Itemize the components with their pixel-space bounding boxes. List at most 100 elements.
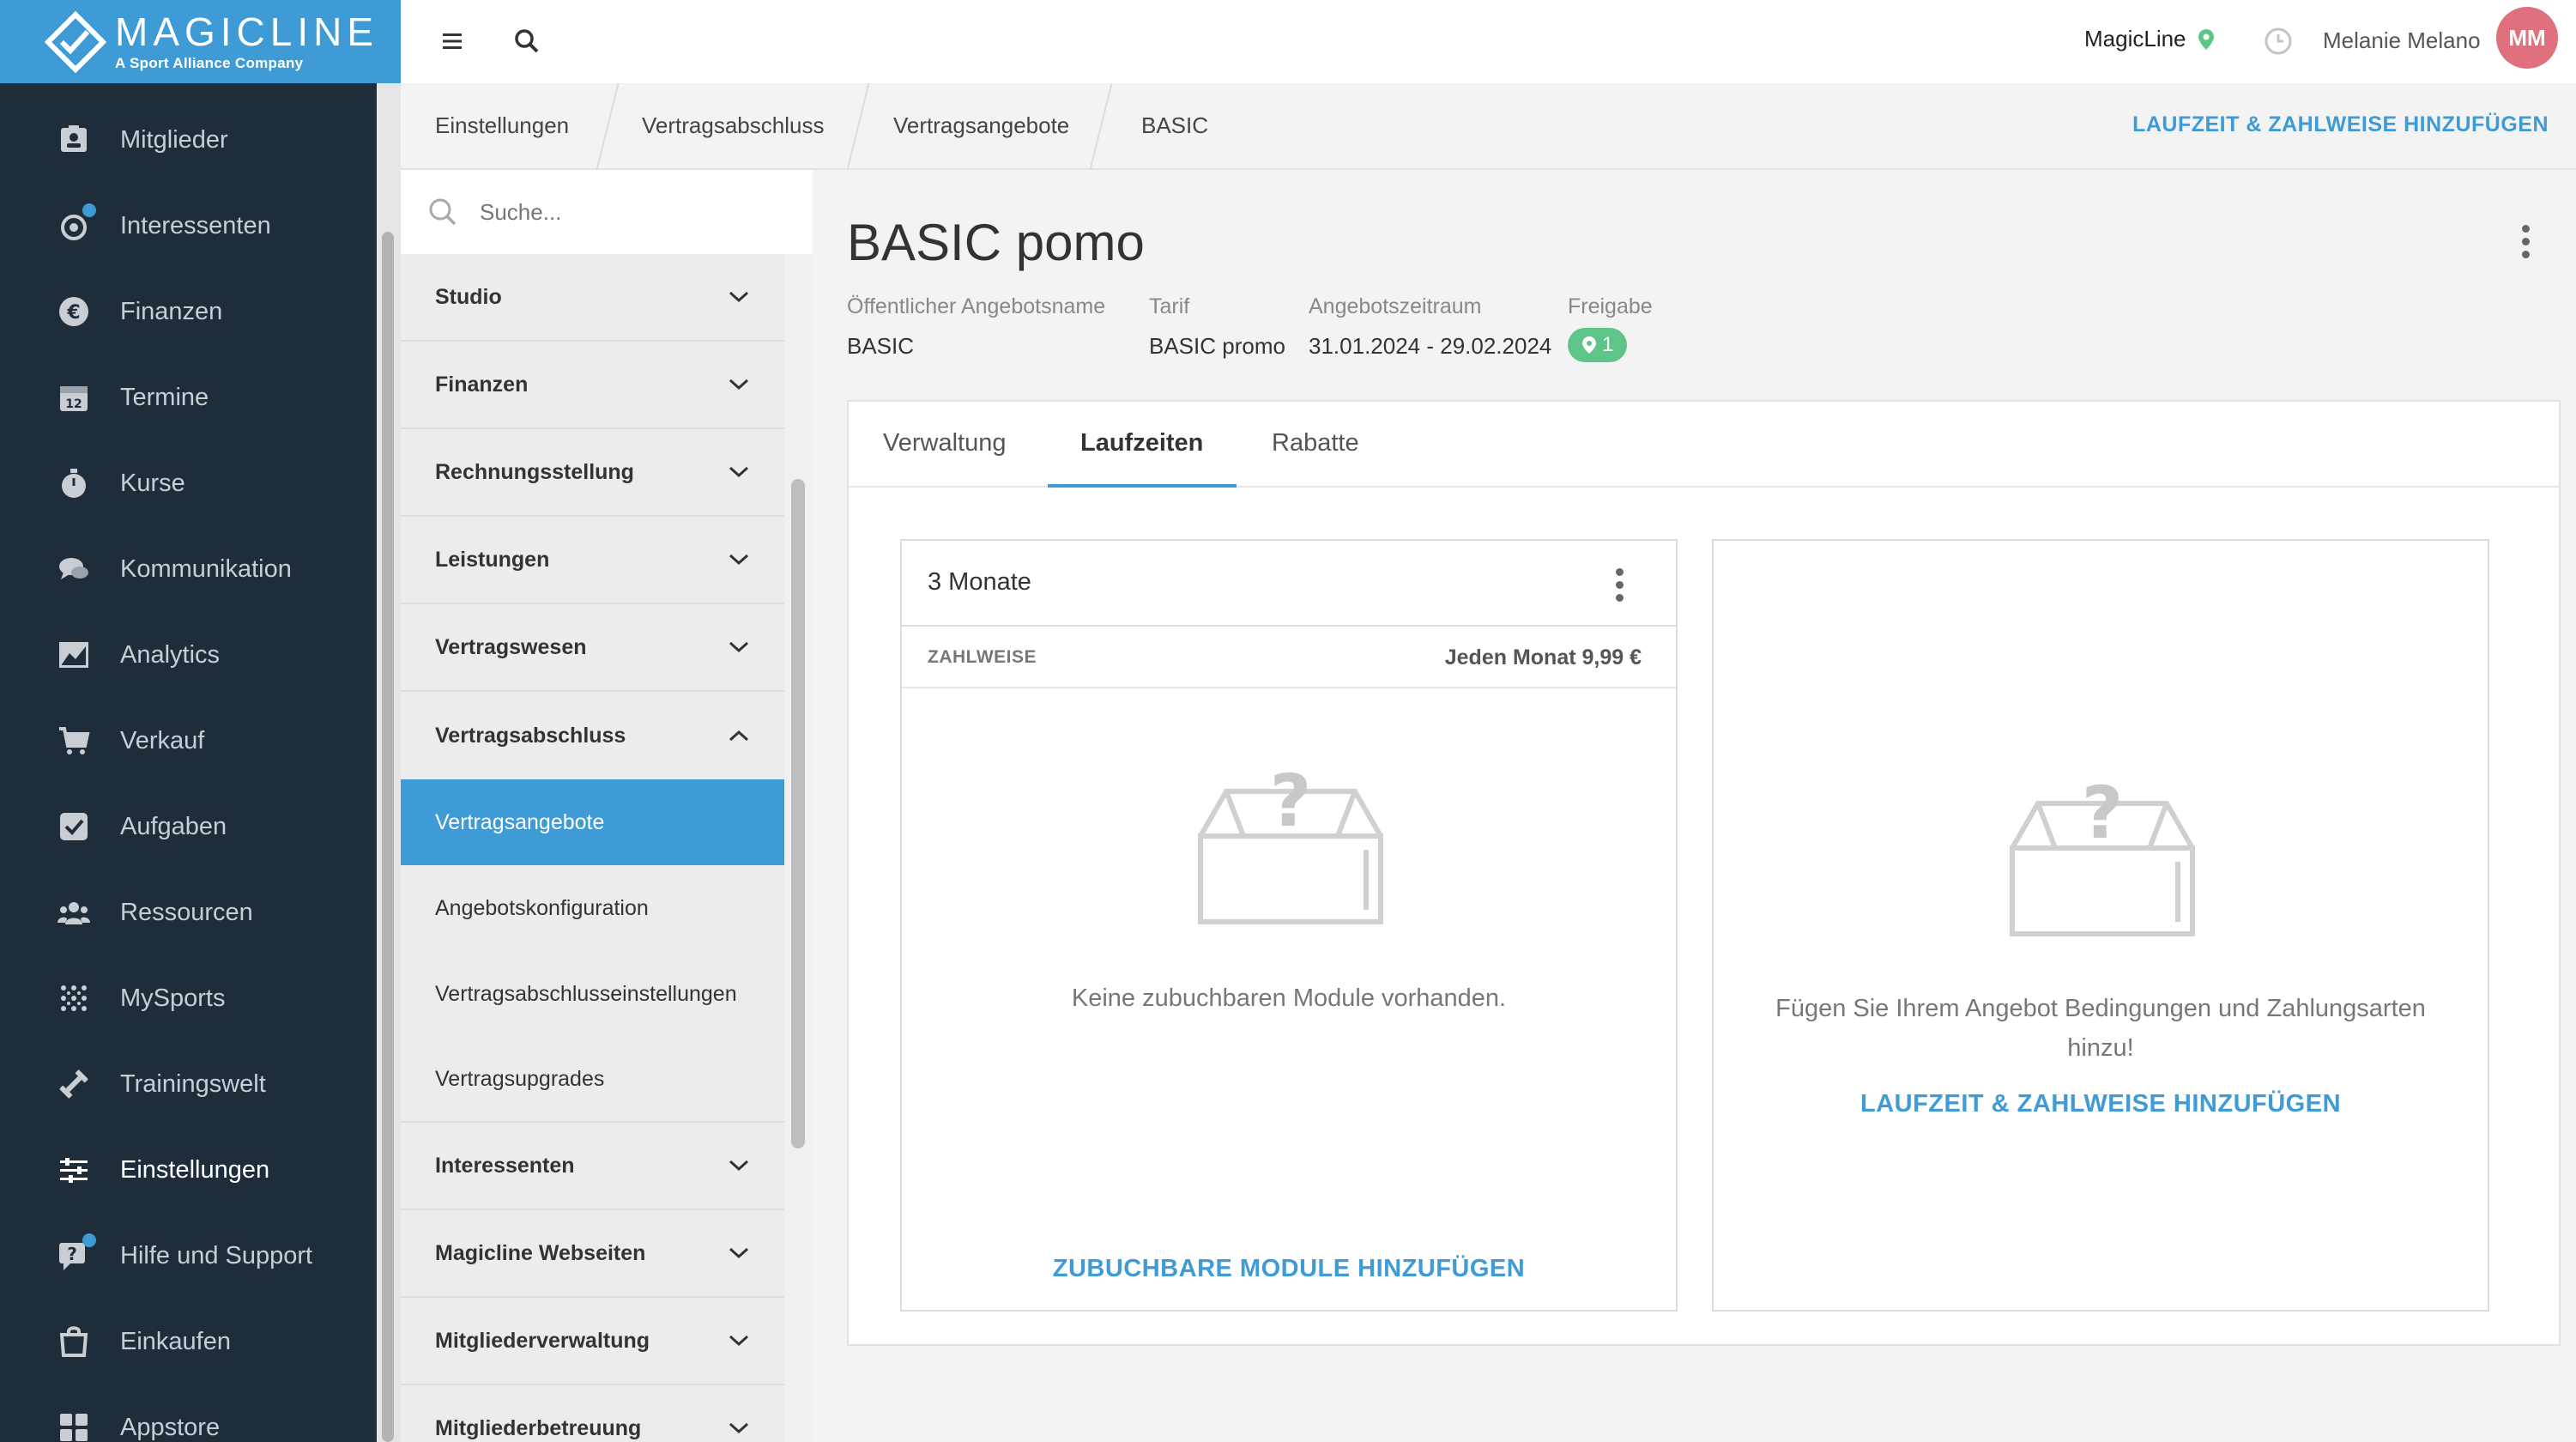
nav-item-einstellungen[interactable]: Einstellungen [0, 1127, 377, 1213]
submenu-group-webseiten[interactable]: Magicline Webseiten [401, 1210, 784, 1298]
sidebar-scrollbar-thumb[interactable] [382, 232, 394, 1442]
breadcrumb-item-vertragsangebote[interactable]: Vertragsangebote [893, 112, 1069, 139]
add-modules-button[interactable]: ZUBUCHBARE MODULE HINZUFÜGEN [902, 1255, 1676, 1283]
nav-item-mitglieder[interactable]: Mitglieder [0, 97, 377, 183]
nav-label: Einkaufen [120, 1327, 231, 1355]
cart-icon [57, 724, 91, 758]
brand-name: MAGICLINE [115, 9, 379, 54]
submenu-item-vertragsangebote[interactable]: Vertragsangebote [401, 779, 784, 865]
chevron-down-icon [729, 291, 749, 303]
nav-item-kommunikation[interactable]: Kommunikation [0, 526, 377, 612]
user-avatar[interactable]: MM [2496, 7, 2558, 69]
nav-item-mysports[interactable]: MySports [0, 955, 377, 1041]
svg-text:?: ? [1270, 759, 1312, 843]
tab-laufzeiten[interactable]: Laufzeiten [1080, 429, 1203, 457]
breadcrumb-separator [1089, 83, 1113, 170]
submenu-group-mitgliederverwaltung[interactable]: Mitgliederverwaltung [401, 1298, 784, 1385]
main-sidebar: Mitglieder Interessenten € Finanzen 12 T… [0, 0, 377, 1442]
nav-label: Mitglieder [120, 125, 228, 154]
breadcrumb-item-einstellungen[interactable]: Einstellungen [435, 112, 569, 139]
offer-more-menu-icon[interactable] [2520, 225, 2531, 263]
submenu-group-label: Magicline Webseiten [435, 1240, 646, 1265]
breadcrumb-item-current: BASIC [1141, 112, 1209, 138]
apps-icon [57, 1410, 91, 1442]
top-bar: MagicLine Melanie Melano MM [401, 0, 2576, 83]
submenu-group-interessenten[interactable]: Interessenten [401, 1123, 784, 1210]
clock-icon[interactable] [2263, 26, 2294, 57]
term-box: 3 Monate ZAHLWEISE Jeden Monat 9,99 € ? … [900, 539, 1678, 1312]
breadcrumb-separator [596, 83, 620, 170]
nav-item-aufgaben[interactable]: Aufgaben [0, 784, 377, 869]
nav-item-einkaufen[interactable]: Einkaufen [0, 1299, 377, 1384]
studio-selector[interactable]: MagicLine [2084, 26, 2216, 52]
nav-item-kurse[interactable]: Kurse [0, 440, 377, 526]
nav-item-trainingswelt[interactable]: Trainingswelt [0, 1041, 377, 1127]
nav-label: Termine [120, 383, 209, 411]
chevron-up-icon [729, 730, 749, 742]
search-icon[interactable] [510, 24, 544, 58]
brand-logo-area[interactable]: MAGICLINE A Sport Alliance Company [0, 0, 401, 83]
submenu-item-vertragsabschlusseinstellungen[interactable]: Vertragsabschlusseinstellungen [401, 951, 784, 1037]
chevron-down-icon [729, 379, 749, 391]
meta-label: Tarif [1149, 294, 1190, 318]
submenu-group-label: Rechnungsstellung [435, 459, 634, 484]
submenu-group-label: Mitgliederverwaltung [435, 1328, 650, 1353]
submenu-group-rechnungsstellung[interactable]: Rechnungsstellung [401, 429, 784, 517]
submenu-search [401, 170, 813, 254]
submenu-group-studio[interactable]: Studio [401, 254, 784, 342]
user-name[interactable]: Melanie Melano [2323, 27, 2481, 54]
submenu-search-input[interactable] [480, 198, 806, 226]
release-badge[interactable]: 1 [1568, 328, 1628, 362]
meta-label: Öffentlicher Angebotsname [847, 294, 1106, 318]
submenu-item-vertragsupgrades[interactable]: Vertragsupgrades [401, 1037, 784, 1123]
member-card-icon [57, 123, 91, 157]
tab-verwaltung[interactable]: Verwaltung [883, 429, 1007, 457]
calendar-icon: 12 [57, 380, 91, 415]
payment-value: Jeden Monat 9,99 € [1444, 645, 1642, 670]
empty-box-icon: ? [1192, 757, 1389, 929]
submenu-group-leistungen[interactable]: Leistungen [401, 517, 784, 604]
stopwatch-icon [57, 466, 91, 500]
meta-value: BASIC promo [1149, 333, 1285, 359]
empty-box-icon: ? [2004, 769, 2201, 941]
nav-item-appstore[interactable]: Appstore [0, 1384, 377, 1442]
shop-icon [57, 1324, 91, 1359]
submenu-group-vertragsabschluss[interactable]: Vertragsabschluss [401, 692, 784, 779]
submenu-item-angebotskonfiguration[interactable]: Angebotskonfiguration [401, 865, 784, 951]
nav-item-ressourcen[interactable]: Ressourcen [0, 869, 377, 955]
submenu-group-finanzen[interactable]: Finanzen [401, 342, 784, 429]
tab-rabatte[interactable]: Rabatte [1272, 429, 1359, 457]
nav-item-interessenten[interactable]: Interessenten [0, 183, 377, 269]
svg-text:12: 12 [65, 397, 82, 411]
nav-label: Ressourcen [120, 898, 253, 926]
dumbbell-icon [57, 1067, 91, 1101]
add-term-payment-header-button[interactable]: LAUFZEIT & ZAHLWEISE HINZUFÜGEN [2132, 112, 2549, 137]
term-more-menu-icon[interactable] [1614, 568, 1624, 606]
nav-label: MySports [120, 984, 226, 1012]
breadcrumb-separator [846, 83, 870, 170]
add-term-payment-button[interactable]: LAUFZEIT & ZAHLWEISE HINZUFÜGEN [1714, 1090, 2488, 1118]
hamburger-menu-icon[interactable] [435, 24, 469, 58]
add-term-hint: Fügen Sie Ihrem Angebot Bedingungen und … [1714, 989, 2488, 1068]
checkbox-icon [57, 809, 91, 844]
submenu-group-mitgliederbetreuung[interactable]: Mitgliederbetreuung [401, 1385, 784, 1442]
breadcrumb-item-vertragsabschluss[interactable]: Vertragsabschluss [642, 112, 824, 139]
notification-dot [82, 203, 96, 217]
submenu-group-vertragswesen[interactable]: Vertragswesen [401, 604, 784, 692]
euro-icon: € [57, 294, 91, 329]
nav-item-finanzen[interactable]: € Finanzen [0, 269, 377, 354]
nav-item-termine[interactable]: 12 Termine [0, 354, 377, 440]
chevron-down-icon [729, 1422, 749, 1434]
release-count: 1 [1602, 333, 1614, 356]
submenu-scrollbar-thumb[interactable] [791, 479, 805, 1148]
chevron-down-icon [729, 1160, 749, 1172]
nav-item-analytics[interactable]: Analytics [0, 612, 377, 698]
submenu-list: Studio Finanzen Rechnungsstellung Leistu… [401, 254, 784, 1442]
nav-item-verkauf[interactable]: Verkauf [0, 698, 377, 784]
magicline-logo-icon [45, 10, 106, 73]
nav-item-hilfe[interactable]: ? Hilfe und Support [0, 1213, 377, 1299]
chevron-down-icon [729, 554, 749, 566]
term-box-header: 3 Monate [902, 541, 1676, 627]
chevron-down-icon [729, 641, 749, 653]
nav-label: Verkauf [120, 726, 205, 754]
